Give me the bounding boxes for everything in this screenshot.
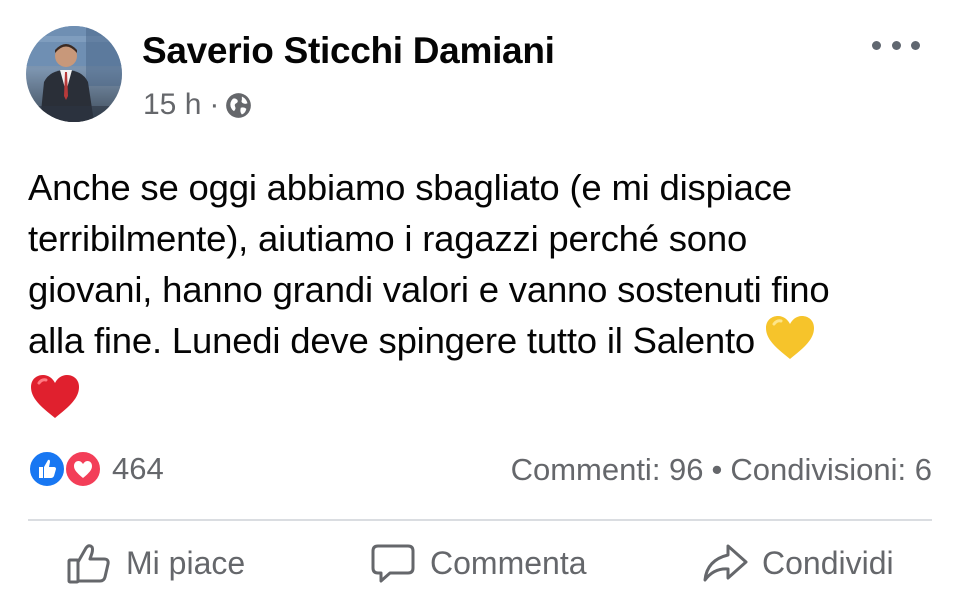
post-actions: Mi piace Commenta Condividi [0,540,960,606]
reaction-count: 464 [112,451,164,486]
shares-count[interactable]: Condivisioni: 6 [730,452,932,487]
reaction-icons [28,450,106,488]
divider [28,519,932,521]
more-dot [891,40,901,50]
comment-button[interactable]: Commenta [370,540,587,586]
love-reaction-icon [64,450,102,488]
post-meta: 15 h · [143,88,252,122]
post-text-line: Anche se oggi abbiamo sbagliato (e mi di… [28,167,792,208]
post-text-line: alla fine. Lunedi deve spingere tutto il… [28,320,755,361]
yellow-heart-emoji [765,315,815,374]
share-label: Condividi [762,544,894,581]
thumbs-up-icon [67,544,110,584]
like-reaction-icon [28,450,66,488]
comment-icon [371,544,415,583]
like-button[interactable]: Mi piace [66,540,245,586]
post-text-line: terribilmente), aiutiamo i ragazzi perch… [28,218,748,259]
reactions-summary[interactable]: 464 [28,450,164,488]
globe-icon[interactable] [225,92,252,119]
author-avatar[interactable] [26,26,122,122]
comments-count[interactable]: Commenti: 96 [511,452,704,487]
share-icon [703,544,748,582]
more-dot [911,40,920,50]
post-text-line-with-emoji: alla fine. Lunedi deve spingere tutto il… [28,315,938,374]
author-name[interactable]: Saverio Sticchi Damiani [142,30,555,72]
engagement-stats: Commenti: 96 • Condivisioni: 6 [511,452,932,488]
share-button[interactable]: Condividi [702,540,894,586]
post-text-line: giovani, hanno grandi valori e vanno sos… [28,269,830,310]
stats-separator: • [711,452,723,487]
more-options-icon[interactable] [872,30,920,60]
more-dot [872,40,881,50]
post-time[interactable]: 15 h [143,88,201,122]
post-text: Anche se oggi abbiamo sbagliato (e mi di… [28,162,938,433]
meta-separator: · [209,88,220,121]
post-text-emoji-line [28,374,938,433]
red-heart-emoji [30,374,80,433]
comment-label: Commenta [430,544,587,581]
like-label: Mi piace [126,544,246,581]
